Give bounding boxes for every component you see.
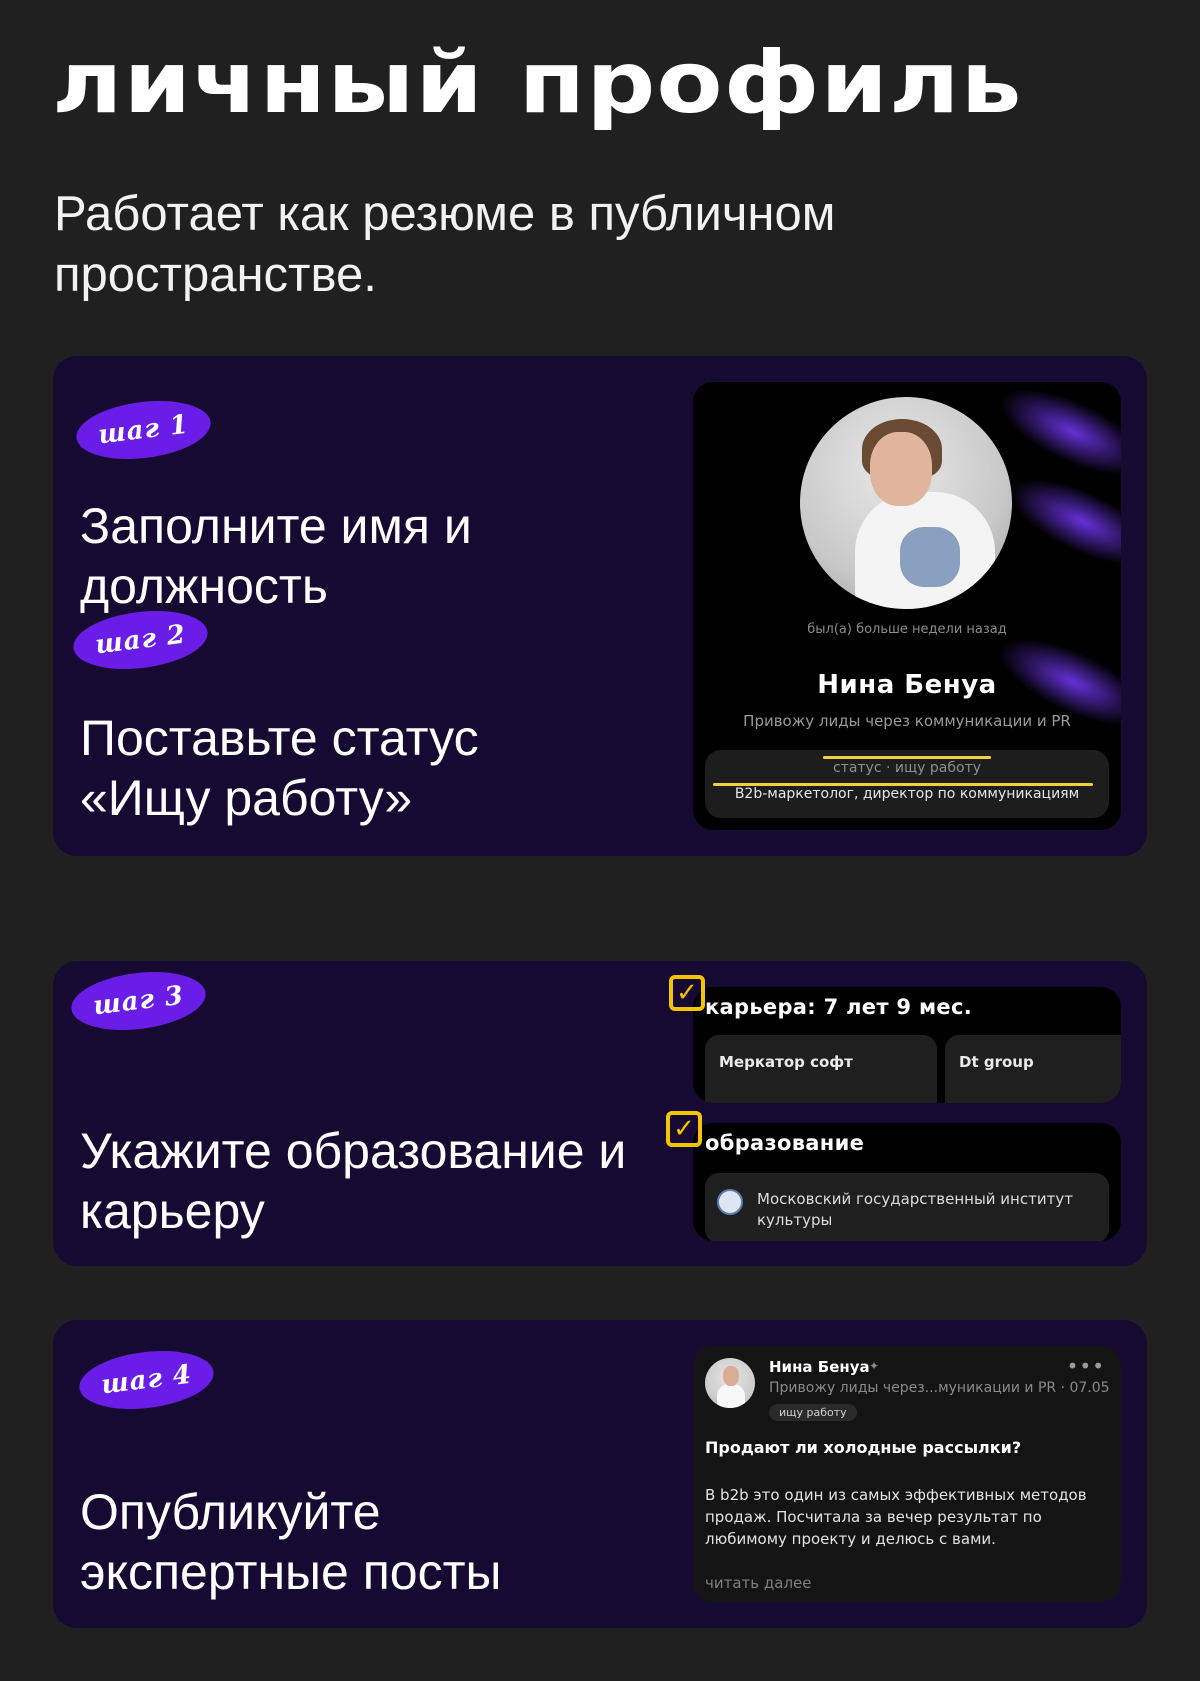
- post-author[interactable]: Нина Бенуа: [769, 1358, 870, 1376]
- page-subtitle: Работает как резюме в публичном простран…: [54, 187, 836, 302]
- step-4-badge: шаг 4: [76, 1343, 218, 1417]
- step-3-badge: шаг 3: [68, 964, 210, 1038]
- career-item[interactable]: Меркатор софт: [705, 1035, 937, 1103]
- profile-role: Привожу лиды через коммуникации и PR: [743, 712, 1071, 730]
- steps-1-2-card: шаг 1 Заполните имя и должность шаг 2 По…: [53, 356, 1147, 856]
- highlight-line: [713, 783, 1093, 786]
- post-status-tag: ищу работу: [769, 1404, 857, 1421]
- status-value: B2b-маркетолог, директор по коммуникация…: [734, 786, 1080, 802]
- last-seen: был(а) больше недели назад: [807, 622, 1007, 637]
- profile-preview: был(а) больше недели назад Нина Бенуа Пр…: [693, 382, 1121, 830]
- status-label: статус · ищу работу: [832, 760, 982, 776]
- more-icon[interactable]: •••: [1067, 1354, 1105, 1378]
- avatar: [800, 397, 1012, 609]
- step-1-badge: шаг 1: [73, 393, 215, 467]
- post-body: В b2b это один из самых эффективных мето…: [705, 1486, 1087, 1548]
- read-more-link[interactable]: читать далее: [705, 1574, 812, 1592]
- post-preview: Нина Бенуа ✦ Привожу лиды через...муника…: [693, 1346, 1121, 1602]
- education-institution: Московский государственный институт куль…: [757, 1190, 1073, 1229]
- career-item[interactable]: Dt group: [945, 1035, 1121, 1103]
- career-title: карьера: 7 лет 9 мес.: [705, 995, 972, 1019]
- pin-icon: ✦: [869, 1359, 880, 1373]
- check-icon: ✓: [669, 975, 705, 1011]
- step-2-text: Поставьте статус «Ищу работу»: [80, 710, 479, 826]
- status-box: статус · ищу работу B2b-маркетолог, дире…: [705, 750, 1109, 818]
- post-title: Продают ли холодные рассылки?: [705, 1438, 1022, 1457]
- step-1-text: Заполните имя и должность: [80, 498, 472, 614]
- education-item[interactable]: Московский государственный институт куль…: [705, 1173, 1109, 1241]
- step-4-text: Опубликуйте экспертные посты: [80, 1484, 502, 1600]
- education-title: образование: [705, 1131, 865, 1155]
- career-panel: карьера: 7 лет 9 мес. Меркатор софт Dt g…: [693, 987, 1121, 1103]
- university-logo-icon: [717, 1189, 743, 1215]
- step-4-card: шаг 4 Опубликуйте экспертные посты Нина …: [53, 1320, 1147, 1628]
- page-title: личный профиль: [52, 33, 1023, 133]
- profile-name: Нина Бенуа: [817, 670, 997, 700]
- step-3-card: шаг 3 Укажите образование и карьеру карь…: [53, 961, 1147, 1266]
- check-icon: ✓: [666, 1111, 702, 1147]
- highlight-line: [823, 756, 991, 759]
- education-panel: образование Московский государственный и…: [693, 1123, 1121, 1241]
- avatar[interactable]: [705, 1358, 755, 1408]
- step-3-text: Укажите образование и карьеру: [80, 1123, 627, 1239]
- post-meta: Привожу лиды через...муникации и PR · 07…: [769, 1380, 1110, 1396]
